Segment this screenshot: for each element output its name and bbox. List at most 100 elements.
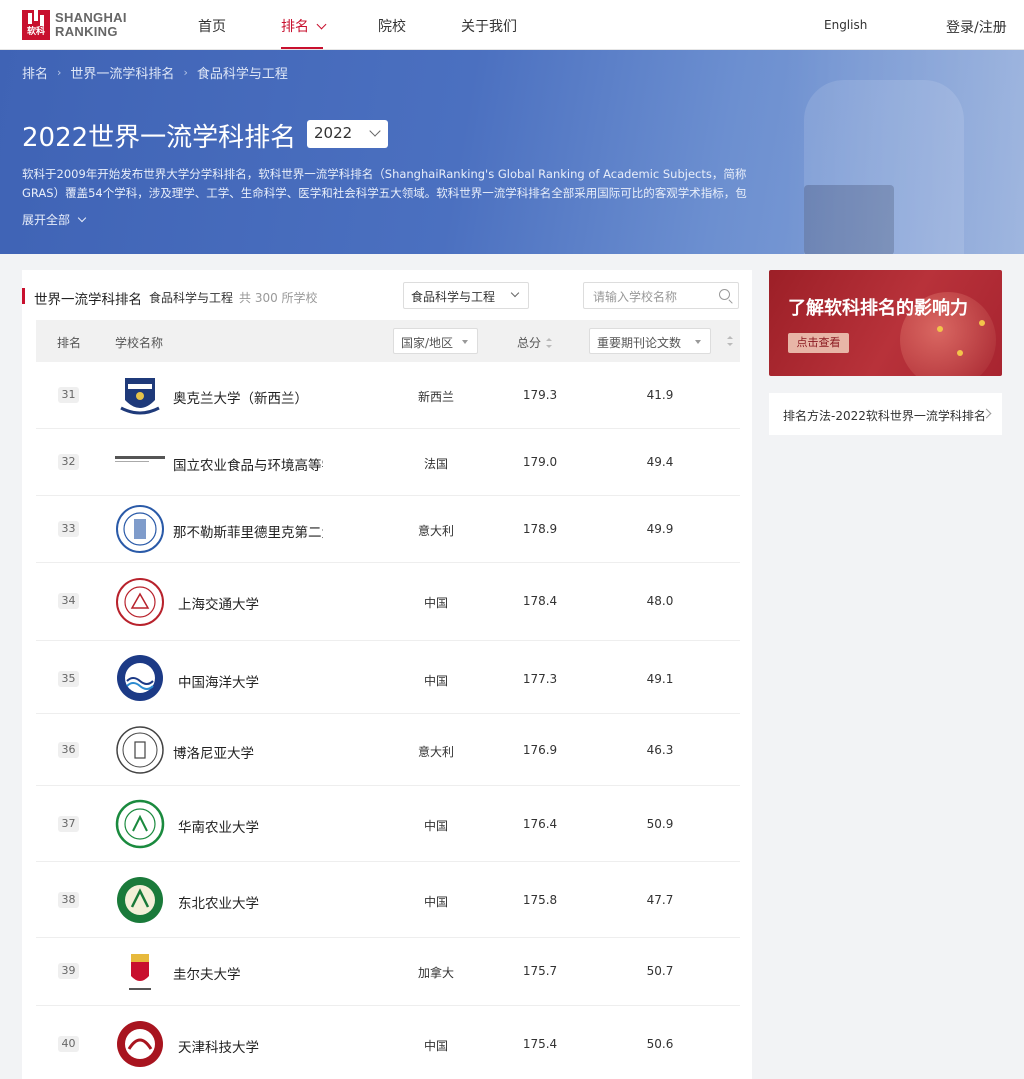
university-name[interactable]: 国立农业食品与环境高等学院 [173,454,323,474]
table-row[interactable]: 39 圭尔夫大学 加拿大 175.7 50.7 [36,938,740,1006]
university-country: 意大利 [417,745,454,759]
shanghai-ranking-logo[interactable]: 软科 SHANGHAI RANKING [22,10,127,40]
school-count: 共 300 所学校 [239,291,318,305]
breadcrumb-item[interactable]: 排名 [22,63,48,82]
university-papers: 50.6 [646,1037,674,1051]
logo-mark-icon: 软科 [22,10,50,40]
sort-icon[interactable] [727,336,733,346]
university-name[interactable]: 圭尔夫大学 [173,963,323,983]
university-name[interactable]: 中国海洋大学 [178,671,328,691]
university-papers: 50.9 [646,817,674,831]
year-select-value: 2022 [314,124,353,142]
university-score: 175.4 [522,1037,558,1051]
table-row[interactable]: 37 华南农业大学 中国 176.4 50.9 [36,786,740,862]
rank-badge: 36 [58,742,79,758]
university-name[interactable]: 那不勒斯菲里德里克第二大学 [173,521,323,541]
login-register-link[interactable]: 登录/注册 [946,17,1007,37]
expand-all-link[interactable]: 展开全部 [22,211,87,228]
ranking-title: 世界一流学科排名 [34,292,142,308]
university-name[interactable]: 博洛尼亚大学 [173,742,323,762]
scau-seal-icon [115,799,165,849]
chevron-down-icon [77,213,87,223]
university-name[interactable]: 上海交通大学 [178,593,328,613]
university-country: 加拿大 [417,966,454,980]
table-row[interactable]: 34 上海交通大学 中国 178.4 48.0 [36,563,740,641]
university-name[interactable]: 华南农业大学 [178,816,328,836]
table-row[interactable]: 36 博洛尼亚大学 意大利 176.9 46.3 [36,714,740,786]
impact-promo-banner[interactable]: 了解软科排名的影响力 点击查看 [769,270,1002,376]
university-score: 179.0 [522,455,558,469]
nav-universities[interactable]: 院校 [378,16,406,36]
ranking-card: 世界一流学科排名 食品科学与工程 共 300 所学校 食品科学与工程 请输入学校… [22,270,752,1079]
subject-select-value: 食品科学与工程 [411,290,496,304]
table-row[interactable]: 31 奥克兰大学（新西兰） 新西兰 179.3 41.9 [36,362,740,429]
auckland-crest-icon [120,378,160,415]
map-marker-icon [957,350,963,356]
language-switch[interactable]: English [824,18,867,32]
nav-rankings[interactable]: 排名 [281,16,327,36]
header-name: 学校名称 [115,336,164,350]
breadcrumb-item[interactable]: 世界一流学科排名 [70,63,174,82]
methodology-link-label: 排名方法-2022软科世界一流学科排名 [783,409,986,423]
rank-badge: 35 [58,671,79,687]
university-papers: 49.9 [646,522,674,536]
naples-seal-icon [116,505,164,553]
university-country: 中国 [423,596,448,610]
indicator-select[interactable]: 重要期刊论文数 [589,328,711,354]
promo-title: 了解软科排名的影响力 [788,298,968,319]
bologna-seal-icon [116,726,164,774]
university-country: 法国 [423,457,448,471]
methodology-link[interactable]: 排名方法-2022软科世界一流学科排名 [769,393,1002,435]
nav-home[interactable]: 首页 [198,16,226,36]
search-icon[interactable] [719,289,730,300]
sjtu-seal-icon [116,578,164,626]
tust-seal-icon [117,1021,163,1067]
chevron-down-icon [317,19,327,30]
table-row[interactable]: 33 那不勒斯菲里德里克第二大学 意大利 178.9 49.9 [36,496,740,563]
map-marker-icon [937,326,943,332]
ocean-university-seal-icon [117,655,163,701]
institut-agro-logo-icon [115,456,165,462]
table-row[interactable]: 35 中国海洋大学 中国 177.3 49.1 [36,641,740,714]
university-score: 176.4 [522,817,558,831]
sort-icon [546,338,553,348]
country-filter-label: 国家/地区 [401,336,454,350]
rank-badge: 40 [58,1036,79,1052]
table-row[interactable]: 38 东北农业大学 中国 175.8 47.7 [36,862,740,938]
rank-badge: 34 [58,593,79,609]
rank-badge: 38 [58,892,79,908]
university-score: 176.9 [522,743,558,757]
year-select[interactable]: 2022 [307,120,388,148]
promo-view-button[interactable]: 点击查看 [788,333,849,353]
university-country: 新西兰 [417,390,454,404]
university-name[interactable]: 奥克兰大学（新西兰） [173,387,343,407]
rank-badge: 39 [58,963,79,979]
ranking-card-header: 世界一流学科排名 食品科学与工程 共 300 所学校 食品科学与工程 请输入学校… [22,282,752,309]
header-rank: 排名 [57,336,82,350]
university-score: 178.9 [522,522,558,536]
university-papers: 46.3 [646,743,674,757]
neau-seal-icon [117,877,163,923]
logo-line2: RANKING [55,24,118,39]
university-papers: 47.7 [646,893,674,907]
banner-decoration [784,50,1024,254]
university-name[interactable]: 天津科技大学 [178,1036,328,1056]
school-search-input[interactable]: 请输入学校名称 [583,282,739,309]
table-row[interactable]: 40 天津科技大学 中国 175.4 50.6 [36,1006,740,1079]
university-name[interactable]: 东北农业大学 [178,892,328,912]
university-country: 中国 [423,895,448,909]
nav-about[interactable]: 关于我们 [461,16,517,36]
university-country: 中国 [423,819,448,833]
subject-select[interactable]: 食品科学与工程 [403,282,529,309]
dropdown-arrow-icon [462,340,468,344]
university-papers: 41.9 [646,388,674,402]
breadcrumb: 排名 › 世界一流学科排名 › 食品科学与工程 [22,63,288,82]
university-score: 179.3 [522,388,558,402]
rank-badge: 31 [58,387,79,403]
university-score: 177.3 [522,672,558,686]
table-row[interactable]: 32 国立农业食品与环境高等学院 法国 179.0 49.4 [36,429,740,496]
country-filter[interactable]: 国家/地区 [393,328,478,354]
header-score[interactable]: 总分 [517,334,553,351]
nav-active-indicator [281,47,323,49]
logo-line1: SHANGHAI [55,10,127,25]
